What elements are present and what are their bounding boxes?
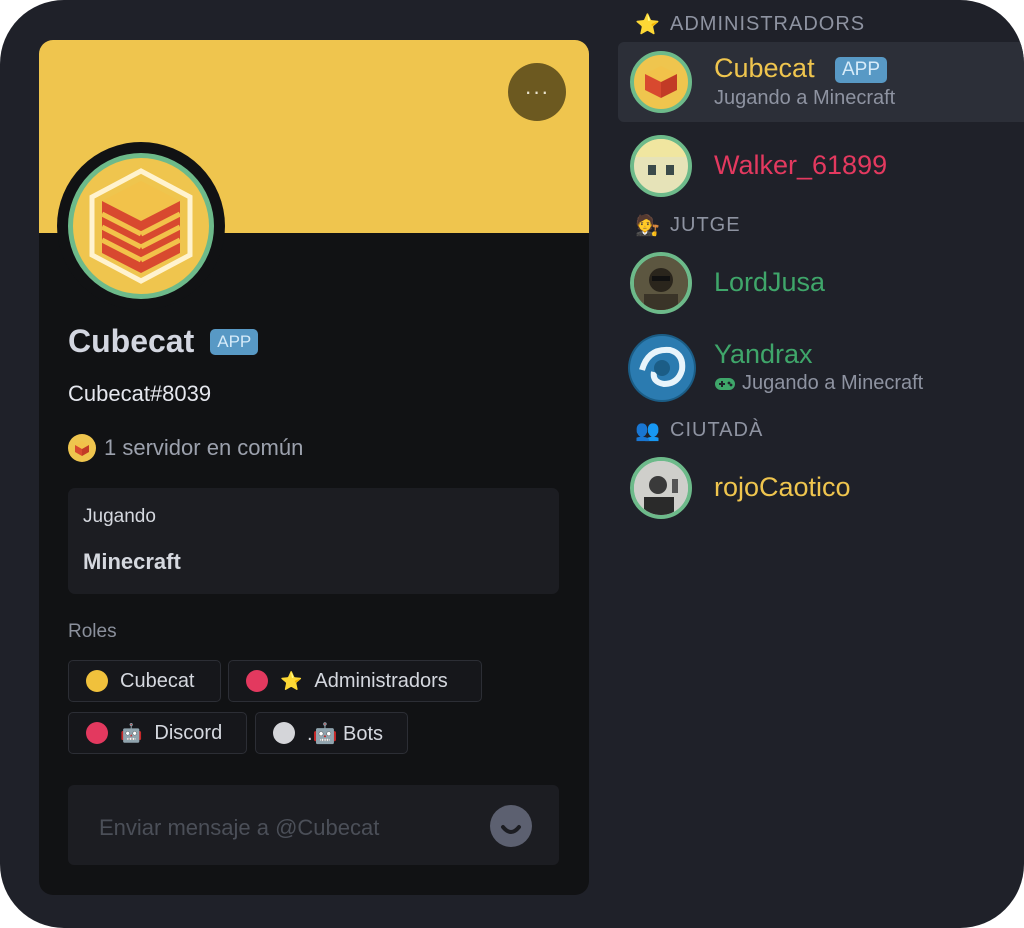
- role-cubecat[interactable]: Cubecat: [68, 660, 221, 702]
- activity-game: Minecraft: [83, 549, 181, 574]
- user-photo-icon: [634, 256, 688, 310]
- member-name: rojoCaotico: [714, 472, 851, 502]
- gamepad-icon: [715, 377, 735, 390]
- activity-panel: Jugando Minecraft: [68, 488, 559, 594]
- profile-card: ··· Cubecat APP Cubecat#8039 1 servidor …: [39, 40, 589, 895]
- section-title: CIUTADÀ: [670, 418, 764, 441]
- role-label: .🤖 Bots: [307, 722, 384, 745]
- avatar: [630, 457, 692, 519]
- swirl-icon: [630, 336, 694, 400]
- role-label: Discord: [154, 721, 223, 744]
- avatar: [630, 51, 692, 113]
- app-badge: APP: [835, 57, 888, 83]
- member-name: LordJusa: [714, 267, 826, 297]
- role-label: Administradors: [314, 669, 448, 692]
- mutual-servers[interactable]: 1 servidor en común: [68, 434, 303, 462]
- member-status: Jugando a Minecraft: [714, 87, 896, 109]
- role-color-dot: [86, 670, 108, 692]
- member-status: Jugando a Minecraft: [714, 372, 923, 395]
- section-administradors: ⭐ ADMINISTRADORS: [635, 12, 866, 36]
- star-icon: ⭐: [635, 13, 661, 36]
- pixel-avatar-icon: [634, 139, 688, 175]
- avatar: [628, 334, 696, 402]
- app-badge: APP: [210, 328, 259, 355]
- user-photo-icon: [634, 461, 688, 515]
- message-box: [68, 785, 559, 865]
- roles-heading: Roles: [68, 621, 117, 642]
- section-jutge: 🧑‍⚖️ JUTGE: [635, 213, 741, 237]
- judge-icon: 🧑‍⚖️: [635, 214, 661, 237]
- role-discord[interactable]: 🤖 Discord: [68, 712, 247, 754]
- section-ciutada: 👥 CIUTADÀ: [635, 418, 764, 442]
- role-bots[interactable]: .🤖 Bots: [255, 712, 408, 754]
- more-icon: ···: [524, 79, 550, 104]
- role-administradors[interactable]: ⭐ Administradors: [228, 660, 482, 702]
- robot-icon: 🤖: [120, 722, 143, 743]
- profile-tag: Cubecat#8039: [68, 381, 212, 406]
- member-rojocaotico[interactable]: rojoCaotico: [618, 448, 1024, 528]
- role-color-dot: [86, 722, 108, 744]
- activity-label: Jugando: [83, 506, 156, 527]
- more-options-button[interactable]: ···: [508, 63, 566, 121]
- member-yandrax[interactable]: Yandrax Jugando a Minecraft: [618, 327, 1024, 407]
- member-walker[interactable]: Walker_61899: [618, 126, 1024, 206]
- cubecat-logo-icon: [89, 168, 193, 284]
- role-color-dot: [246, 670, 268, 692]
- avatar: [630, 135, 692, 197]
- member-name: Walker_61899: [714, 150, 888, 180]
- cubecat-logo-icon: [645, 66, 677, 98]
- member-name: Cubecat: [714, 53, 815, 83]
- section-title: JUTGE: [670, 213, 741, 236]
- profile-avatar[interactable]: [57, 142, 225, 310]
- emoji-picker-button[interactable]: [490, 805, 532, 847]
- message-input[interactable]: [97, 813, 481, 843]
- mutual-servers-label: 1 servidor en común: [104, 435, 304, 460]
- smiley-icon: [501, 825, 521, 834]
- people-icon: 👥: [635, 419, 661, 442]
- member-cubecat[interactable]: Cubecat APP Jugando a Minecraft: [618, 42, 1024, 122]
- role-label: Cubecat: [120, 669, 195, 692]
- role-color-dot: [273, 722, 295, 744]
- profile-name-row: Cubecat APP: [68, 323, 259, 360]
- app-window: ··· Cubecat APP Cubecat#8039 1 servidor …: [0, 0, 1024, 928]
- server-icon: [68, 434, 96, 462]
- section-title: ADMINISTRADORS: [670, 12, 866, 35]
- star-icon: ⭐: [280, 670, 303, 691]
- avatar: [630, 252, 692, 314]
- profile-username: Cubecat: [68, 323, 195, 359]
- member-lordjusa[interactable]: LordJusa: [618, 243, 1024, 323]
- member-name: Yandrax: [714, 339, 813, 369]
